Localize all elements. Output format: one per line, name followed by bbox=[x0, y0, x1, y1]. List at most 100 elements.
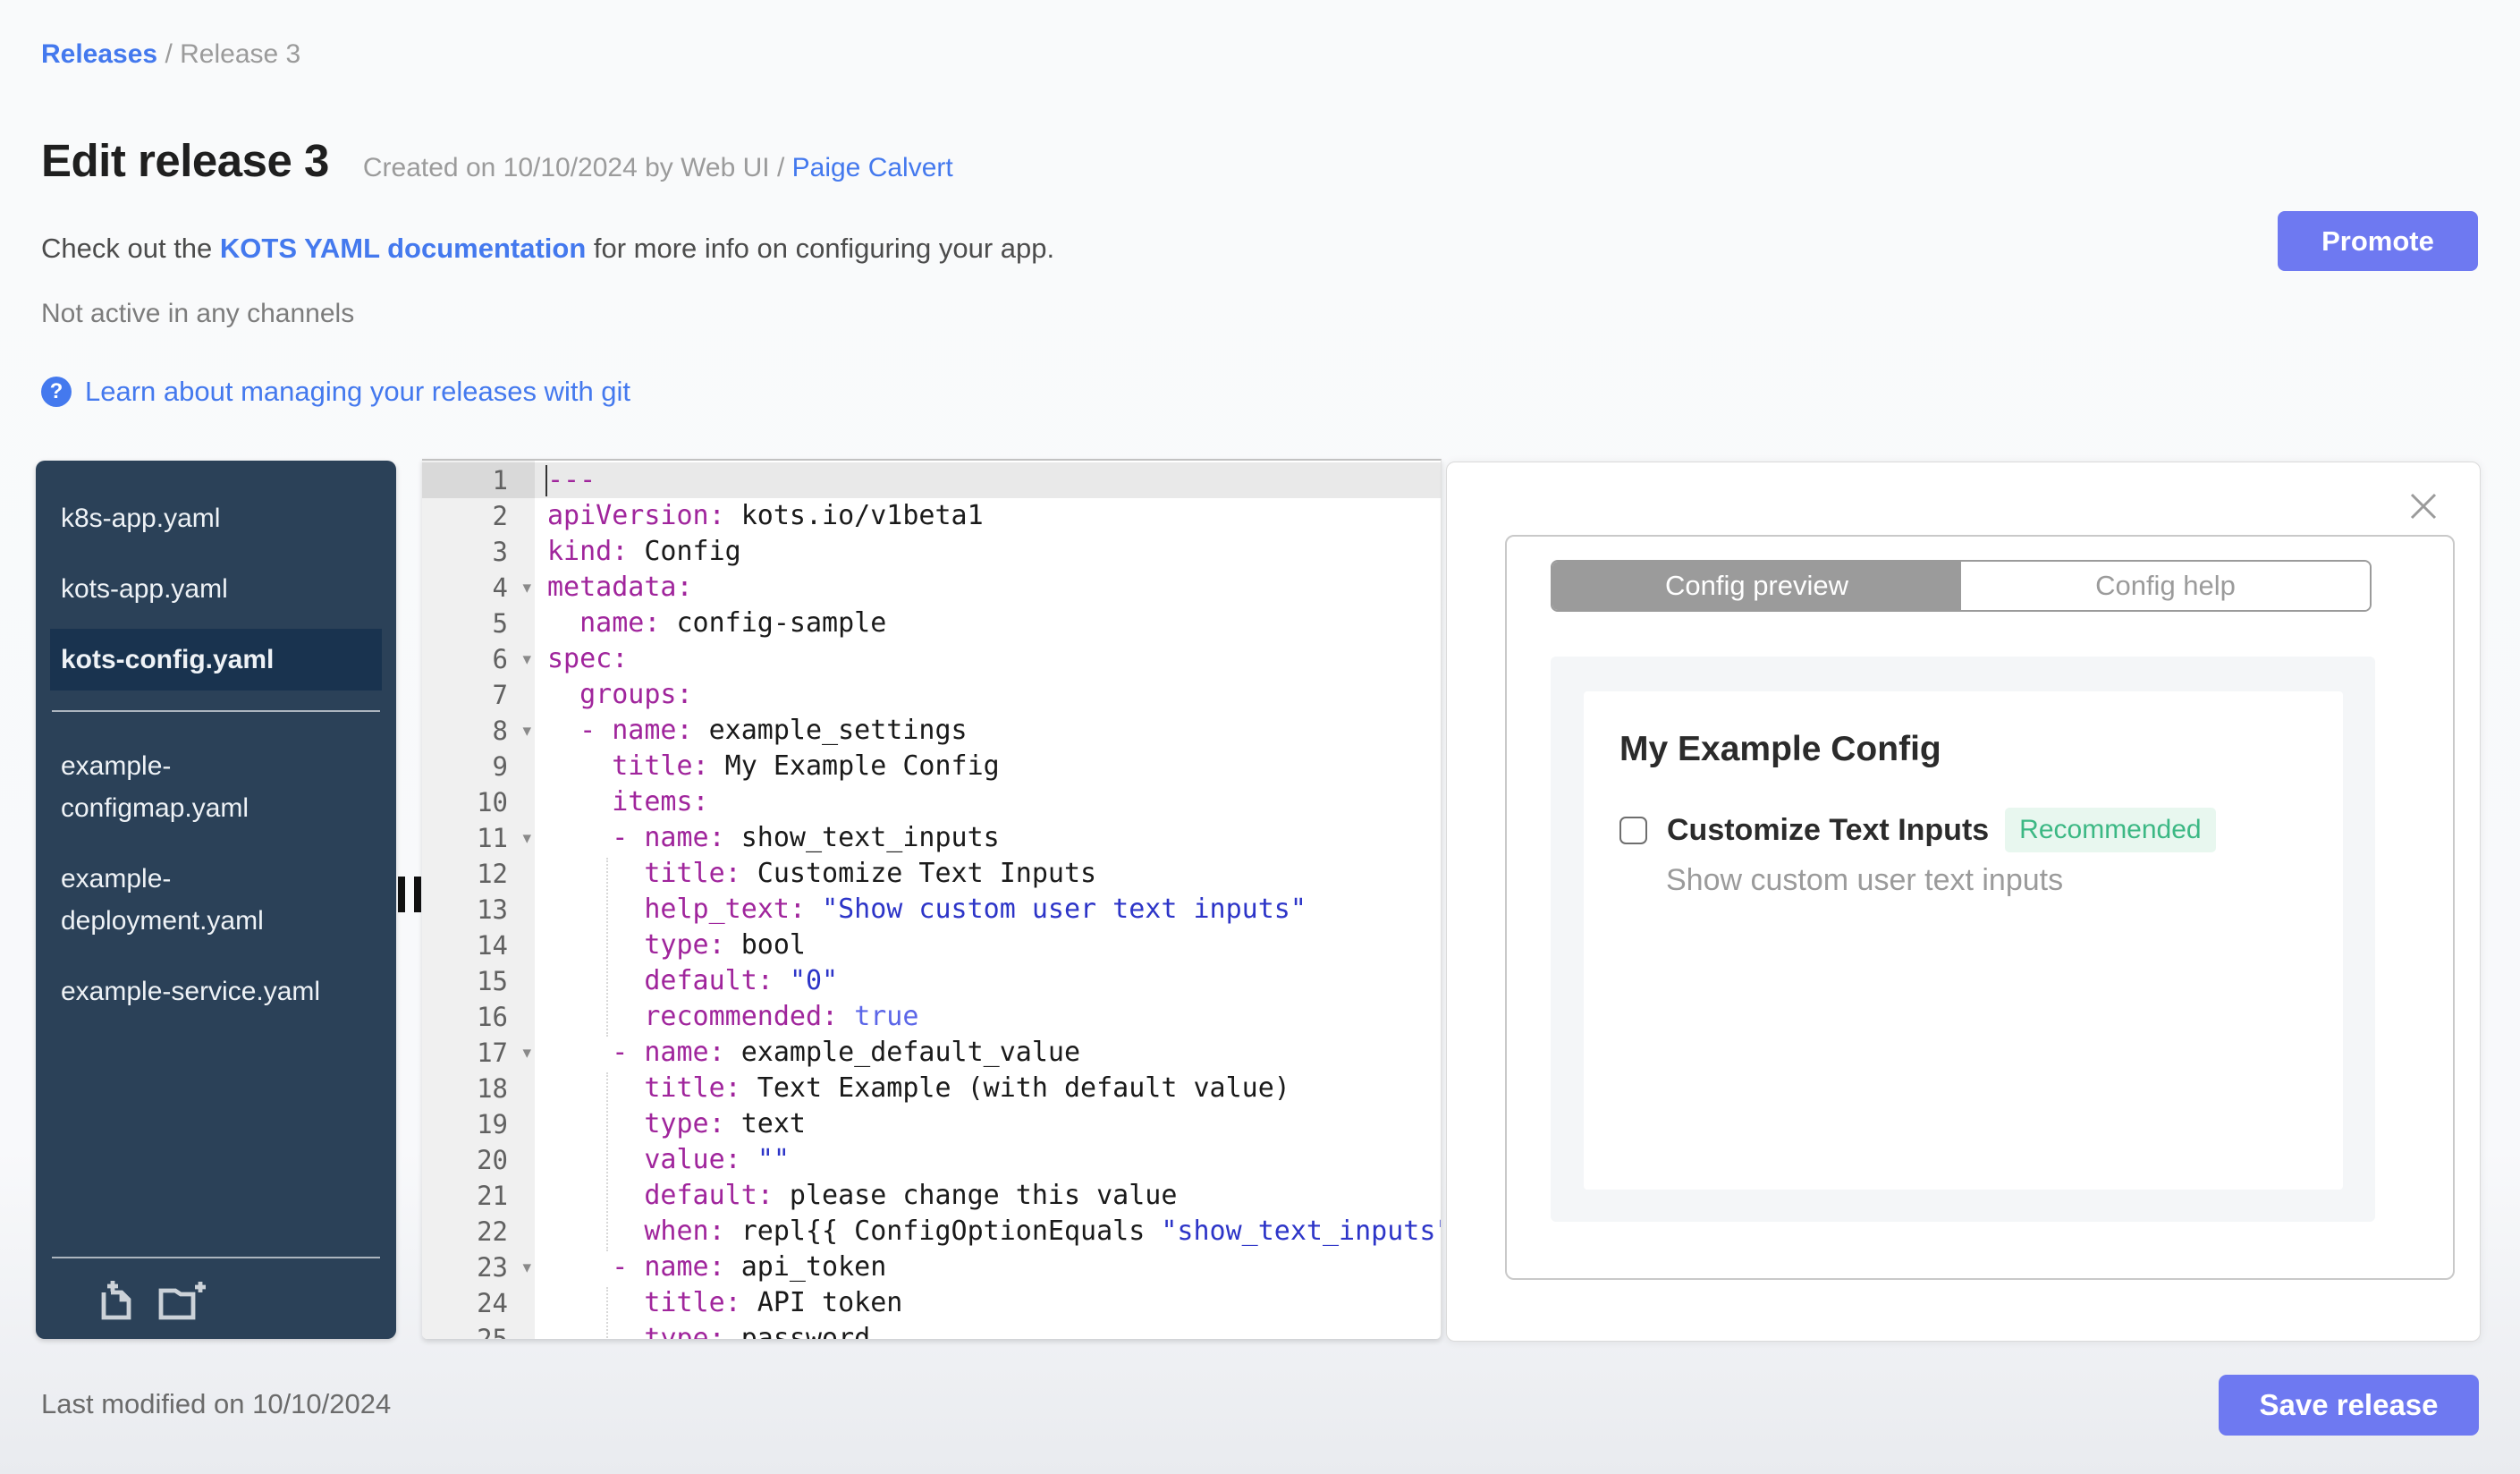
created-prefix: Created on 10/10/2024 by Web UI / bbox=[362, 153, 792, 182]
breadcrumb-current: Release 3 bbox=[180, 39, 301, 69]
docs-prefix: Check out the bbox=[41, 233, 220, 264]
sidebar-resize-handle[interactable] bbox=[398, 877, 421, 912]
line-number: 4 ▾ bbox=[422, 570, 535, 606]
close-icon[interactable] bbox=[2406, 489, 2440, 523]
file-label: example-deployment.yaml bbox=[61, 864, 264, 936]
promote-button[interactable]: Promote bbox=[2278, 211, 2478, 271]
sidebar-file-example-configmap.yaml[interactable]: example-configmap.yaml bbox=[36, 735, 396, 839]
code-text: title: Text Example (with default value) bbox=[644, 1072, 1290, 1104]
code-line-4[interactable]: 4 ▾ metadata: bbox=[422, 570, 1441, 606]
line-number: 23 ▾ bbox=[422, 1250, 535, 1285]
code-line-16[interactable]: 16 recommended: true bbox=[422, 999, 1441, 1035]
fold-arrow-icon[interactable]: ▾ bbox=[522, 641, 531, 677]
code-line-24[interactable]: 24 title: API token bbox=[422, 1285, 1441, 1321]
tab-config-preview[interactable]: Config preview bbox=[1552, 562, 1961, 610]
line-number: 19 bbox=[477, 1109, 508, 1139]
tab-config-help[interactable]: Config help bbox=[1961, 562, 2370, 610]
yaml-code-editor[interactable]: 1 --- 2 apiVersion: kots.io/v1beta1 3 kind: C… bbox=[422, 459, 1442, 1339]
code-line-12[interactable]: 12 title: Customize Text Inputs bbox=[422, 856, 1441, 892]
fold-arrow-icon[interactable]: ▾ bbox=[522, 820, 531, 856]
code-text: title: API token bbox=[644, 1287, 903, 1318]
code-text: default: please change this value bbox=[644, 1180, 1178, 1211]
code-line-3[interactable]: 3 kind: Config bbox=[422, 534, 1441, 570]
line-number: 20 bbox=[477, 1145, 508, 1175]
config-group-title: My Example Config bbox=[1619, 730, 1941, 768]
git-help-row: ? Learn about managing your releases wit… bbox=[41, 376, 630, 408]
file-label: k8s-app.yaml bbox=[61, 504, 221, 533]
code-text: - name: api_token bbox=[612, 1251, 887, 1283]
created-by-text: Created on 10/10/2024 by Web UI / Paige … bbox=[363, 153, 953, 183]
line-number: 25 bbox=[477, 1324, 508, 1339]
code-text: recommended: true bbox=[644, 1001, 919, 1032]
code-line-6[interactable]: 6 ▾ spec: bbox=[422, 641, 1441, 677]
code-text: metadata: bbox=[547, 572, 693, 603]
code-line-11[interactable]: 11 ▾ - name: show_text_inputs bbox=[422, 820, 1441, 856]
sidebar-file-kots-config.yaml[interactable]: kots-config.yaml bbox=[50, 629, 382, 690]
breadcrumb-releases-link[interactable]: Releases bbox=[41, 39, 157, 69]
line-number: 22 bbox=[477, 1216, 508, 1247]
code-line-8[interactable]: 8 ▾ - name: example_settings bbox=[422, 713, 1441, 749]
code-line-25[interactable]: 25 type: password bbox=[422, 1321, 1441, 1339]
last-modified-text: Last modified on 10/10/2024 bbox=[41, 1388, 392, 1419]
code-line-2[interactable]: 2 apiVersion: kots.io/v1beta1 bbox=[422, 498, 1441, 534]
line-number: 18 bbox=[477, 1073, 508, 1104]
code-text: title: Customize Text Inputs bbox=[644, 858, 1097, 889]
indent-guide bbox=[606, 1072, 608, 1251]
fold-arrow-icon[interactable]: ▾ bbox=[522, 713, 531, 749]
file-label: example-service.yaml bbox=[61, 977, 321, 1006]
code-line-14[interactable]: 14 type: bool bbox=[422, 928, 1441, 963]
code-line-22[interactable]: 22 when: repl{{ ConfigOptionEquals "show… bbox=[422, 1214, 1441, 1250]
fold-arrow-icon[interactable]: ▾ bbox=[522, 1250, 531, 1285]
config-preview-panel: Config preview Config help My Example Con… bbox=[1446, 462, 2481, 1342]
kots-yaml-docs-link[interactable]: KOTS YAML documentation bbox=[220, 233, 586, 264]
code-line-5[interactable]: 5 name: config-sample bbox=[422, 606, 1441, 641]
code-line-19[interactable]: 19 type: text bbox=[422, 1106, 1441, 1142]
code-text: type: text bbox=[644, 1108, 806, 1139]
add-file-icon[interactable] bbox=[95, 1278, 138, 1323]
code-text: - name: show_text_inputs bbox=[612, 822, 1000, 853]
add-folder-icon[interactable] bbox=[157, 1278, 207, 1323]
breadcrumb: Releases / Release 3 bbox=[41, 39, 300, 70]
config-item-label: Customize Text Inputs bbox=[1667, 812, 1990, 847]
code-text: groups: bbox=[579, 679, 693, 710]
line-number: 5 bbox=[492, 608, 508, 639]
code-line-21[interactable]: 21 default: please change this value bbox=[422, 1178, 1441, 1214]
code-line-10[interactable]: 10 items: bbox=[422, 784, 1441, 820]
fold-arrow-icon[interactable]: ▾ bbox=[522, 570, 531, 606]
line-number: 17 ▾ bbox=[422, 1035, 535, 1071]
config-item-checkbox[interactable] bbox=[1619, 816, 1647, 844]
config-tab-bar: Config preview Config help bbox=[1551, 560, 2372, 612]
title-row: Edit release 3 Created on 10/10/2024 by … bbox=[41, 134, 953, 187]
line-number: 24 bbox=[477, 1288, 508, 1318]
file-label: example-configmap.yaml bbox=[61, 751, 249, 823]
code-line-15[interactable]: 15 default: "0" bbox=[422, 963, 1441, 999]
fold-arrow-icon[interactable]: ▾ bbox=[522, 1035, 531, 1071]
sidebar-file-k8s-app.yaml[interactable]: k8s-app.yaml bbox=[36, 487, 396, 549]
code-line-13[interactable]: 13 help_text: "Show custom user text inp… bbox=[422, 892, 1441, 928]
code-text: when: repl{{ ConfigOptionEquals "show_te… bbox=[644, 1216, 1442, 1247]
file-label: kots-config.yaml bbox=[61, 645, 275, 674]
line-number: 3 bbox=[492, 537, 508, 567]
code-line-9[interactable]: 9 title: My Example Config bbox=[422, 749, 1441, 784]
author-link[interactable]: Paige Calvert bbox=[792, 153, 953, 182]
sidebar-file-example-service.yaml[interactable]: example-service.yaml bbox=[36, 961, 396, 1022]
config-group-card: My Example Config Customize Text Inputs … bbox=[1584, 691, 2343, 1190]
code-line-18[interactable]: 18 title: Text Example (with default val… bbox=[422, 1071, 1441, 1106]
sidebar-divider bbox=[52, 710, 380, 712]
code-text: spec: bbox=[547, 643, 629, 674]
code-line-7[interactable]: 7 groups: bbox=[422, 677, 1441, 713]
code-line-17[interactable]: 17 ▾ - name: example_default_value bbox=[422, 1035, 1441, 1071]
code-text: - name: example_default_value bbox=[612, 1037, 1081, 1068]
code-text: items: bbox=[612, 786, 709, 817]
git-releases-link[interactable]: Learn about managing your releases with … bbox=[85, 376, 630, 408]
code-line-1[interactable]: 1 --- bbox=[422, 462, 1441, 498]
sidebar-file-kots-app.yaml[interactable]: kots-app.yaml bbox=[36, 558, 396, 620]
config-item-row: Customize Text Inputs Recommended bbox=[1619, 808, 2216, 852]
line-number: 7 bbox=[492, 680, 508, 710]
sidebar-file-example-deployment.yaml[interactable]: example-deployment.yaml bbox=[36, 848, 396, 952]
line-number: 8 ▾ bbox=[422, 713, 535, 749]
save-release-button[interactable]: Save release bbox=[2219, 1375, 2479, 1436]
code-line-23[interactable]: 23 ▾ - name: api_token bbox=[422, 1250, 1441, 1285]
code-line-20[interactable]: 20 value: "" bbox=[422, 1142, 1441, 1178]
line-number: 16 bbox=[477, 1002, 508, 1032]
